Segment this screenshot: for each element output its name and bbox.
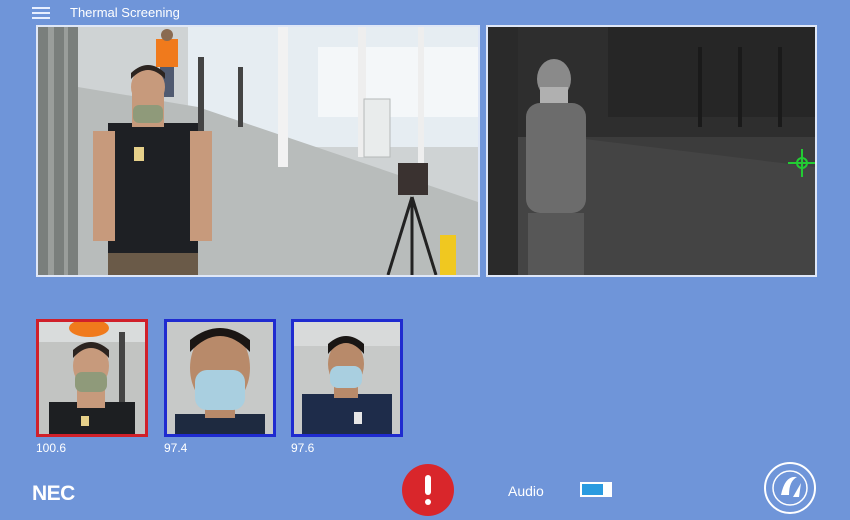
- app-title: Thermal Screening: [70, 5, 180, 20]
- temperature-reading: 97.6: [291, 441, 315, 455]
- audio-toggle[interactable]: [580, 482, 612, 497]
- department-seal-icon: [763, 461, 817, 515]
- face-thumbnail[interactable]: [291, 319, 403, 437]
- title-bar: Thermal Screening: [0, 0, 850, 24]
- exclamation-icon: [425, 475, 431, 495]
- rgb-camera-feed: [36, 25, 480, 277]
- hamburger-menu-icon[interactable]: [32, 7, 50, 19]
- alert-button[interactable]: [402, 464, 454, 516]
- temperature-reading: 97.4: [164, 441, 188, 455]
- face-thumbnail[interactable]: [164, 319, 276, 437]
- temperature-reading: 100.6: [36, 441, 67, 455]
- face-thumbnail-alert[interactable]: [36, 319, 148, 437]
- nec-logo: NEC: [32, 482, 75, 505]
- thermal-camera-feed: [486, 25, 817, 277]
- audio-toggle-fill: [582, 484, 603, 495]
- audio-label: Audio: [508, 483, 544, 499]
